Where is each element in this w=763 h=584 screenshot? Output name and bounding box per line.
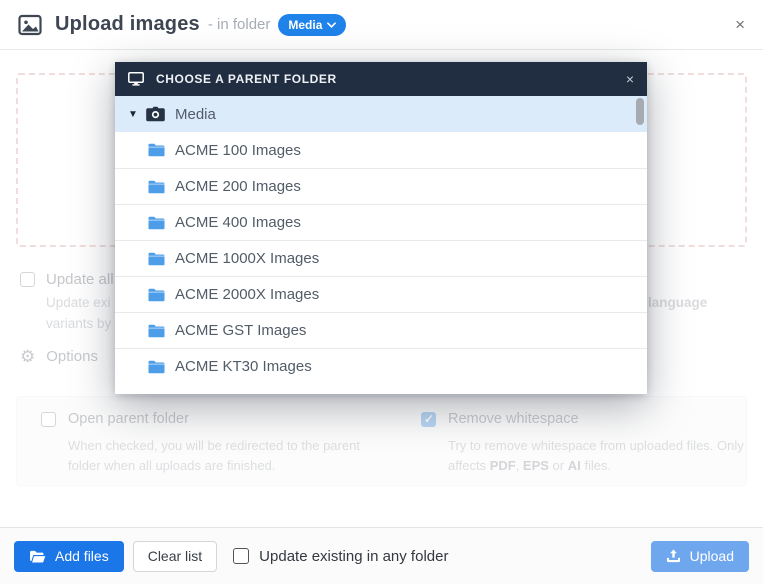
update-all-checkbox[interactable] — [20, 272, 35, 287]
folder-open-icon — [30, 550, 46, 562]
image-icon — [18, 13, 42, 37]
folder-row-media[interactable]: ▼ Media — [115, 96, 647, 132]
current-folder-badge[interactable]: Media — [278, 13, 347, 36]
folder-row[interactable]: ACME 100 Images — [115, 132, 647, 168]
folder-label: ACME 1000X Images — [175, 250, 320, 267]
folder-icon — [148, 324, 165, 338]
folder-icon — [148, 143, 165, 157]
folder-tree: ▼ Media ACME 100 Images ACME 200 Images AC… — [115, 96, 647, 394]
clear-list-label: Clear list — [147, 548, 203, 564]
folder-label: ACME GST Images — [175, 322, 307, 339]
in-folder-text: - in folder — [207, 16, 271, 33]
modal-title: CHOOSE A PARENT FOLDER — [156, 72, 337, 86]
chevron-down-icon — [327, 21, 337, 28]
modal-header: CHOOSE A PARENT FOLDER × — [115, 62, 647, 96]
update-all-description-fragment-right: language — [648, 295, 708, 310]
folder-row[interactable]: ACME KT30 Images — [115, 348, 647, 384]
update-all-label: Update all — [46, 271, 114, 288]
choose-parent-folder-modal: CHOOSE A PARENT FOLDER × ▼ Media ACME 10… — [115, 62, 647, 394]
open-parent-folder-description: When checked, you will be redirected to … — [68, 438, 360, 473]
folder-icon — [148, 180, 165, 194]
folder-label: ACME 200 Images — [175, 178, 301, 195]
modal-close-button[interactable]: × — [626, 72, 634, 86]
folder-row[interactable]: ACME 2000X Images — [115, 276, 647, 312]
options-panel: Open parent folder When checked, you wil… — [16, 396, 747, 486]
remove-whitespace-label: Remove whitespace — [448, 411, 579, 427]
update-all-description-fragment-2: variants by — [46, 316, 112, 331]
folder-icon — [148, 252, 165, 266]
page-title: Upload images — [55, 13, 200, 35]
add-files-label: Add files — [55, 548, 109, 564]
gear-icon: ⚙ — [20, 347, 36, 366]
list-item-partial[interactable] — [115, 384, 647, 394]
update-all-description-fragment: Update exi — [46, 295, 111, 310]
folder-icon — [148, 288, 165, 302]
caret-down-icon[interactable]: ▼ — [128, 109, 140, 120]
folder-label: ACME 100 Images — [175, 141, 301, 159]
update-existing-any-folder-label: Update existing in any folder — [259, 547, 449, 565]
upload-icon — [666, 549, 680, 563]
folder-icon — [148, 360, 165, 374]
footer-bar: Add files Clear list Update existing in … — [0, 527, 763, 584]
open-parent-folder-checkbox[interactable] — [41, 411, 56, 427]
folder-row[interactable]: ACME 200 Images — [115, 168, 647, 204]
current-folder-name: Media — [288, 17, 323, 32]
monitor-icon — [128, 72, 144, 86]
close-dialog-button[interactable]: × — [735, 16, 745, 33]
folder-row[interactable]: ACME GST Images — [115, 312, 647, 348]
folder-label: ACME 2000X Images — [175, 286, 320, 303]
folder-label: ACME 400 Images — [175, 214, 301, 231]
folder-row[interactable]: ACME 400 Images — [115, 204, 647, 240]
open-parent-folder-label: Open parent folder — [68, 411, 189, 427]
upload-label: Upload — [689, 548, 734, 564]
options-label: Options — [46, 348, 98, 365]
folder-label: ACME KT30 Images — [175, 358, 312, 375]
camera-icon — [146, 106, 165, 122]
folder-icon — [148, 216, 165, 230]
folder-label: Media — [175, 105, 216, 123]
update-existing-any-folder-checkbox[interactable] — [233, 548, 250, 564]
clear-list-button[interactable]: Clear list — [132, 540, 218, 572]
upload-button[interactable]: Upload — [650, 540, 749, 572]
add-files-button[interactable]: Add files — [14, 540, 124, 572]
remove-whitespace-description: Try to remove whitespace from uploaded f… — [448, 438, 744, 473]
folder-row[interactable]: ACME 1000X Images — [115, 240, 647, 276]
remove-whitespace-checkbox[interactable] — [421, 411, 436, 427]
dialog-header: Upload images - in folder Media × — [0, 0, 763, 50]
scrollbar-thumb[interactable] — [636, 98, 644, 125]
upload-dialog: Upload images - in folder Media × Update… — [0, 0, 763, 584]
